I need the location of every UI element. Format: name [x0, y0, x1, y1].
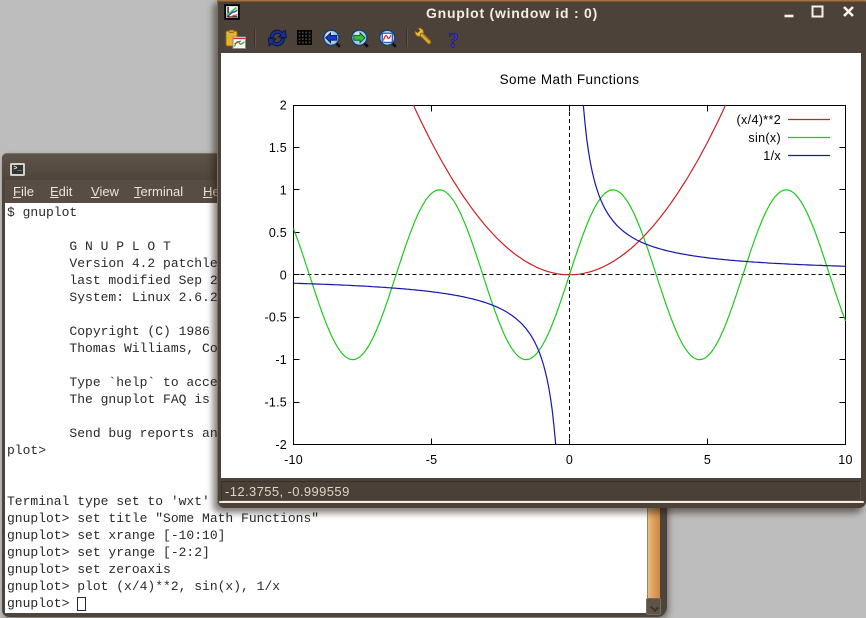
svg-text:(x/4)**2: (x/4)**2 [737, 113, 781, 127]
svg-text:10: 10 [838, 453, 852, 467]
svg-text:-10: -10 [284, 453, 303, 467]
svg-text:sin(x): sin(x) [748, 131, 781, 145]
svg-text:1.5: 1.5 [269, 141, 287, 155]
svg-text:0: 0 [280, 268, 287, 282]
svg-text:-1: -1 [275, 353, 287, 367]
svg-text:0: 0 [566, 453, 573, 467]
svg-text:-2: -2 [275, 438, 287, 452]
svg-text:0.5: 0.5 [269, 226, 287, 240]
svg-text:?: ? [448, 28, 459, 53]
svg-text:-5: -5 [426, 453, 438, 467]
svg-text:1/x: 1/x [763, 149, 781, 163]
svg-text:Some Math Functions: Some Math Functions [500, 72, 640, 87]
svg-text:-1.5: -1.5 [264, 396, 287, 410]
svg-text:-0.5: -0.5 [264, 311, 287, 325]
svg-text:1: 1 [280, 183, 287, 197]
svg-text:5: 5 [704, 453, 711, 467]
svg-text:2: 2 [280, 99, 287, 113]
